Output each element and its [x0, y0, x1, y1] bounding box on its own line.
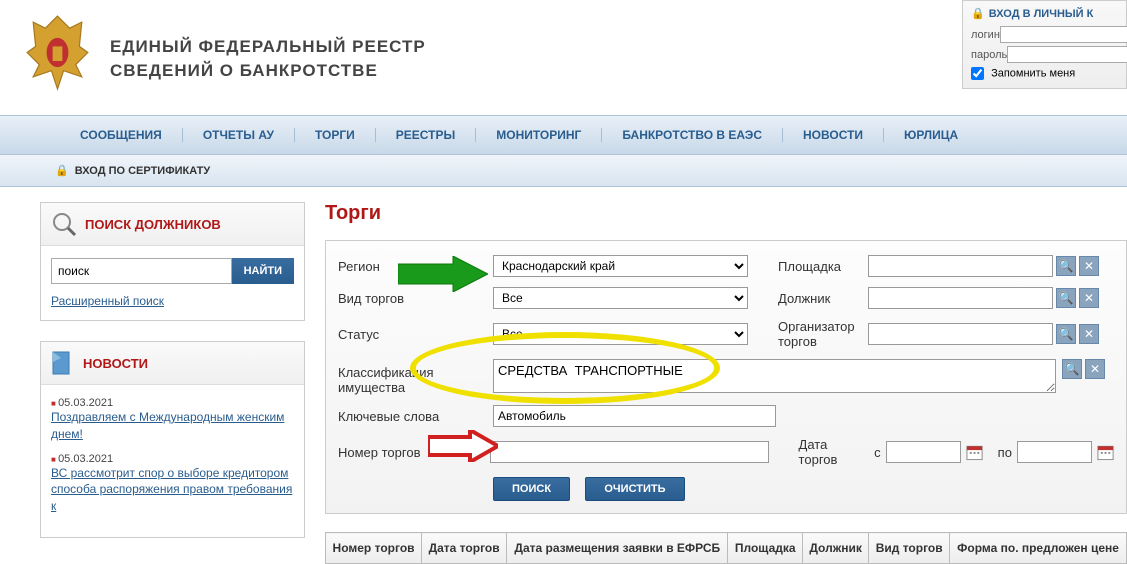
nav-legal[interactable]: ЮРЛИЦА: [884, 128, 978, 142]
password-label: пароль: [971, 49, 1007, 61]
col-date[interactable]: Дата торгов: [422, 533, 507, 564]
news-date: 05.03.2021: [51, 453, 294, 465]
number-input[interactable]: [490, 441, 768, 463]
number-label: Номер торгов: [338, 445, 490, 460]
auction-search-form: Регион Краснодарский край Площадка 🔍 ✕ В…: [325, 240, 1127, 514]
classification-clear-icon[interactable]: ✕: [1085, 359, 1105, 379]
platform-input[interactable]: [868, 255, 1053, 277]
news-icon: [49, 348, 75, 378]
nav-reports[interactable]: ОТЧЕТЫ АУ: [183, 128, 295, 142]
calendar-icon[interactable]: [1097, 443, 1114, 461]
date-to-input[interactable]: [1017, 441, 1092, 463]
classification-label: Классификация имущества: [338, 359, 493, 395]
platform-clear-icon[interactable]: ✕: [1079, 256, 1099, 276]
status-label: Статус: [338, 327, 493, 342]
advanced-search-link[interactable]: Расширенный поиск: [51, 294, 164, 308]
debtor-lookup-icon[interactable]: 🔍: [1056, 288, 1076, 308]
type-select[interactable]: Все: [493, 287, 748, 309]
debtor-search-title: ПОИСК ДОЛЖНИКОВ: [85, 217, 221, 232]
login-input[interactable]: [1000, 26, 1127, 43]
news-item: 05.03.2021 ВС рассмотрит спор о выборе к…: [51, 453, 294, 515]
password-input[interactable]: [1007, 46, 1127, 63]
cert-login-link[interactable]: 🔒ВХОД ПО СЕРТИФИКАТУ: [55, 164, 210, 177]
site-title: ЕДИНЫЙ ФЕДЕРАЛЬНЫЙ РЕЕСТР СВЕДЕНИЙ О БАН…: [110, 10, 426, 83]
date-to-label: по: [998, 445, 1012, 460]
lock-icon: 🔒: [971, 8, 985, 20]
col-request-date[interactable]: Дата размещения заявки в ЕФРСБ: [507, 533, 728, 564]
date-label: Дата торгов: [799, 437, 867, 467]
news-date: 05.03.2021: [51, 397, 294, 409]
organizer-label: Организатор торгов: [778, 319, 868, 349]
debtor-search-widget: ПОИСК ДОЛЖНИКОВ НАЙТИ Расширенный поиск: [40, 202, 305, 321]
news-link[interactable]: Поздравляем с Международным женским днем…: [51, 409, 294, 443]
col-number[interactable]: Номер торгов: [326, 533, 422, 564]
news-widget: НОВОСТИ 05.03.2021 Поздравляем с Междуна…: [40, 341, 305, 538]
login-box-title[interactable]: 🔒ВХОД В ЛИЧНЫЙ К: [971, 7, 1118, 20]
platform-lookup-icon[interactable]: 🔍: [1056, 256, 1076, 276]
date-from-label: с: [874, 445, 881, 460]
platform-label: Площадка: [778, 259, 868, 274]
login-box: 🔒ВХОД В ЛИЧНЫЙ К логин пароль Запомнить …: [962, 0, 1127, 89]
date-from-input[interactable]: [886, 441, 961, 463]
region-select[interactable]: Краснодарский край: [493, 255, 748, 277]
search-button[interactable]: ПОИСК: [493, 477, 570, 501]
organizer-clear-icon[interactable]: ✕: [1079, 324, 1099, 344]
news-link[interactable]: ВС рассмотрит спор о выборе кредитором с…: [51, 465, 294, 515]
nav-eaes[interactable]: БАНКРОТСТВО В ЕАЭС: [602, 128, 783, 142]
debtor-input[interactable]: [868, 287, 1053, 309]
magnifier-icon: [49, 209, 79, 239]
main-nav: СООБЩЕНИЯ ОТЧЕТЫ АУ ТОРГИ РЕЕСТРЫ МОНИТО…: [0, 115, 1127, 155]
col-debtor[interactable]: Должник: [802, 533, 868, 564]
keywords-label: Ключевые слова: [338, 409, 493, 424]
emblem-icon: [20, 10, 95, 95]
col-type[interactable]: Вид торгов: [869, 533, 950, 564]
type-label: Вид торгов: [338, 291, 493, 306]
debtor-label: Должник: [778, 291, 868, 306]
remember-label: Запомнить меня: [991, 67, 1075, 79]
status-select[interactable]: Все: [493, 323, 748, 345]
news-widget-title: НОВОСТИ: [83, 356, 148, 371]
organizer-lookup-icon[interactable]: 🔍: [1056, 324, 1076, 344]
page-title: Торги: [325, 202, 1127, 225]
clear-button[interactable]: ОЧИСТИТЬ: [585, 477, 684, 501]
calendar-icon[interactable]: [966, 443, 983, 461]
nav-registries[interactable]: РЕЕСТРЫ: [376, 128, 476, 142]
cert-login-bar: 🔒ВХОД ПО СЕРТИФИКАТУ: [0, 155, 1127, 187]
news-item: 05.03.2021 Поздравляем с Международным ж…: [51, 397, 294, 443]
remember-checkbox[interactable]: [971, 67, 984, 80]
col-price-form[interactable]: Форма по. предложен цене: [950, 533, 1127, 564]
results-table: Номер торгов Дата торгов Дата размещения…: [325, 532, 1127, 564]
region-label: Регион: [338, 259, 493, 274]
organizer-input[interactable]: [868, 323, 1053, 345]
nav-auctions[interactable]: ТОРГИ: [295, 128, 376, 142]
find-button[interactable]: НАЙТИ: [232, 258, 294, 284]
nav-messages[interactable]: СООБЩЕНИЯ: [60, 128, 183, 142]
nav-news[interactable]: НОВОСТИ: [783, 128, 884, 142]
login-label: логин: [971, 29, 1000, 41]
keywords-input[interactable]: [493, 405, 776, 427]
debtor-search-input[interactable]: [51, 258, 232, 284]
col-platform[interactable]: Площадка: [728, 533, 803, 564]
debtor-clear-icon[interactable]: ✕: [1079, 288, 1099, 308]
classification-lookup-icon[interactable]: 🔍: [1062, 359, 1082, 379]
nav-monitoring[interactable]: МОНИТОРИНГ: [476, 128, 602, 142]
lock-icon: 🔒: [55, 165, 69, 177]
classification-input[interactable]: СРЕДСТВА ТРАНСПОРТНЫЕ: [493, 359, 1056, 393]
